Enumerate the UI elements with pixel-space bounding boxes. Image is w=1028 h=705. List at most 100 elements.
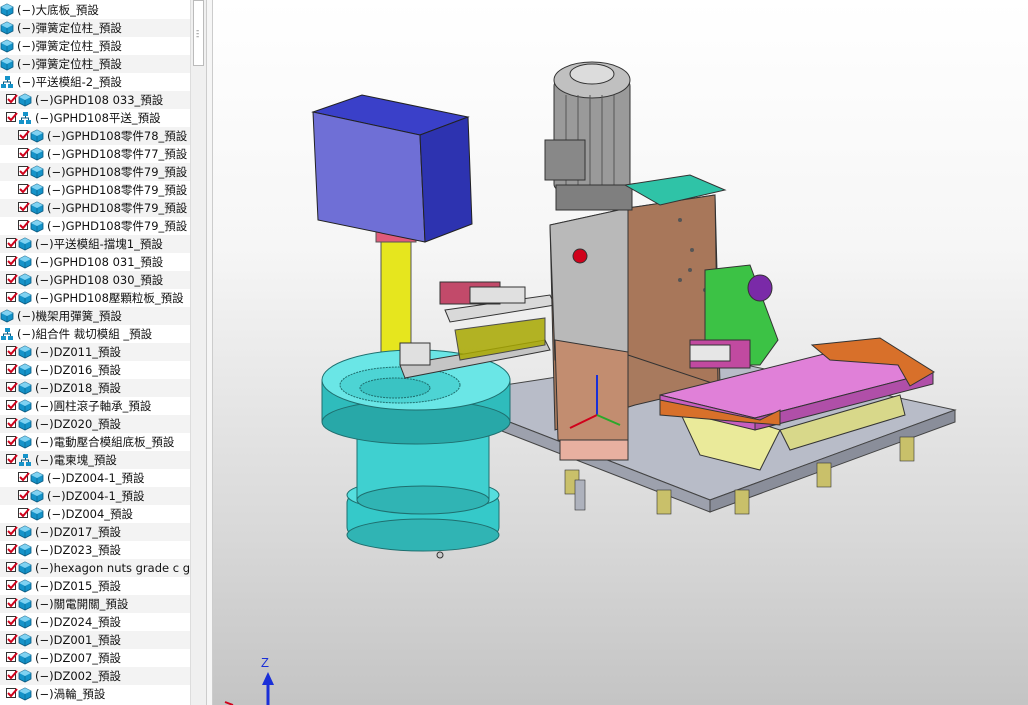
tree-item[interactable]: (−)渦輪_預設 xyxy=(0,685,190,703)
visibility-checkbox[interactable] xyxy=(6,436,18,446)
visibility-checkbox[interactable] xyxy=(6,346,18,356)
tree-item[interactable]: (−)DZ023_預設 xyxy=(0,541,190,559)
tree-item[interactable]: (−)平送模組-擋塊1_預設 xyxy=(0,235,190,253)
visibility-checkbox[interactable] xyxy=(6,526,18,536)
pane-splitter[interactable] xyxy=(206,0,213,705)
visibility-checkbox[interactable] xyxy=(6,670,18,680)
tree-item[interactable]: (−)DZ004-1_預設 xyxy=(0,487,190,505)
tree-item[interactable]: (−)GPHD108零件79_預設 xyxy=(0,199,190,217)
visibility-checkbox[interactable] xyxy=(6,274,18,284)
part-icon xyxy=(18,651,32,665)
visibility-checkbox[interactable] xyxy=(6,94,18,104)
tree-item-label: (−)GPHD108零件78_預設 xyxy=(47,129,188,143)
tree-item[interactable]: (−)彈簧定位柱_預設 xyxy=(0,37,190,55)
tree-item[interactable]: (−)DZ017_預設 xyxy=(0,523,190,541)
tree-item[interactable]: (−)GPHD108 030_預設 xyxy=(0,271,190,289)
part-icon xyxy=(30,507,44,521)
visibility-checkbox[interactable] xyxy=(6,544,18,554)
tree-item[interactable]: (−)DZ007_預設 xyxy=(0,649,190,667)
tree-item[interactable]: (−)大底板_預設 xyxy=(0,1,190,19)
tree-scrollbar[interactable]: --- xyxy=(190,0,206,705)
visibility-checkbox[interactable] xyxy=(18,202,30,212)
visibility-checkbox[interactable] xyxy=(6,598,18,608)
z-axis-label: Z xyxy=(261,655,269,670)
visibility-checkbox[interactable] xyxy=(6,418,18,428)
tree-item[interactable]: (−)DZ002_預設 xyxy=(0,667,190,685)
visibility-checkbox[interactable] xyxy=(6,238,18,248)
tree-item-label: (−)彈簧定位柱_預設 xyxy=(17,21,122,35)
tree-item[interactable]: (−)DZ004_預設 xyxy=(0,505,190,523)
visibility-checkbox[interactable] xyxy=(6,562,18,572)
tree-item-label: (−)GPHD108平送_預設 xyxy=(35,111,161,125)
visibility-checkbox[interactable] xyxy=(6,688,18,698)
tree-item[interactable]: (−)電動壓合模組底板_預設 xyxy=(0,433,190,451)
tree-item[interactable]: (−)彈簧定位柱_預設 xyxy=(0,19,190,37)
tree-item[interactable]: (−)GPHD108 033_預設 xyxy=(0,91,190,109)
tree-item[interactable]: (−)GPHD108零件78_預設 xyxy=(0,127,190,145)
visibility-checkbox[interactable] xyxy=(6,382,18,392)
visibility-checkbox[interactable] xyxy=(6,616,18,626)
tree-item[interactable]: (−)GPHD108零件79_預設 xyxy=(0,163,190,181)
tree-item[interactable]: (−)GPHD108平送_預設 xyxy=(0,109,190,127)
visibility-checkbox[interactable] xyxy=(6,454,18,464)
part-icon xyxy=(30,129,44,143)
tree-item[interactable]: (−)GPHD108零件79_預設 xyxy=(0,217,190,235)
visibility-checkbox[interactable] xyxy=(6,292,18,302)
motor xyxy=(544,61,633,211)
assembly-icon xyxy=(0,75,14,89)
visibility-checkbox[interactable] xyxy=(6,112,18,122)
visibility-checkbox[interactable] xyxy=(18,184,30,194)
feature-tree[interactable]: (−)大底板_預設 (−)彈簧定位柱_預設 (−)彈簧定位柱_預設 (−)彈簧定位柱_… xyxy=(0,0,190,705)
part-icon xyxy=(30,147,44,161)
visibility-checkbox[interactable] xyxy=(6,634,18,644)
visibility-checkbox[interactable] xyxy=(6,256,18,266)
tree-item[interactable]: (−)關電開關_預設 xyxy=(0,595,190,613)
tree-item[interactable]: (−)DZ020_預設 xyxy=(0,415,190,433)
visibility-checkbox[interactable] xyxy=(6,364,18,374)
tree-item-label: (−)GPHD108零件79_預設 xyxy=(47,183,188,197)
tree-item-label: (−)GPHD108壓顆粒板_預設 xyxy=(35,291,184,305)
tree-item-label: (−)平送模組-2_預設 xyxy=(17,75,122,89)
yellow-column xyxy=(380,234,412,361)
tree-item-label: (−)DZ011_預設 xyxy=(35,345,122,359)
tree-item[interactable]: (−)DZ015_預設 xyxy=(0,577,190,595)
part-icon xyxy=(18,363,32,377)
tree-item[interactable]: (−)電柬塊_預設 xyxy=(0,451,190,469)
tree-item[interactable]: (−)GPHD108零件77_預設 xyxy=(0,145,190,163)
tree-item[interactable]: (−)DZ001_預設 xyxy=(0,631,190,649)
tree-item[interactable]: (−)GPHD108零件79_預設 xyxy=(0,181,190,199)
tree-item-label: (−)GPHD108零件79_預設 xyxy=(47,219,188,233)
visibility-checkbox[interactable] xyxy=(6,580,18,590)
tree-item[interactable]: (−)機架用彈簧_預設 xyxy=(0,307,190,325)
scrollbar-thumb[interactable]: --- xyxy=(193,0,204,66)
tree-item[interactable]: (−)GPHD108壓顆粒板_預設 xyxy=(0,289,190,307)
visibility-checkbox[interactable] xyxy=(18,220,30,230)
tree-item[interactable]: (−)DZ016_預設 xyxy=(0,361,190,379)
tree-item[interactable]: (−)平送模組-2_預設 xyxy=(0,73,190,91)
part-icon xyxy=(18,615,32,629)
visibility-checkbox[interactable] xyxy=(18,490,30,500)
tree-item[interactable]: (−)彈簧定位柱_預設 xyxy=(0,55,190,73)
grip-icon: --- xyxy=(196,26,200,42)
visibility-checkbox[interactable] xyxy=(18,148,30,158)
tree-item[interactable]: (−)DZ018_預設 xyxy=(0,379,190,397)
tree-item[interactable]: (−)圓柱滾子軸承_預設 xyxy=(0,397,190,415)
visibility-checkbox[interactable] xyxy=(18,472,30,482)
tree-item[interactable]: (−)hexagon nuts grade c gb_G xyxy=(0,559,190,577)
visibility-checkbox[interactable] xyxy=(6,400,18,410)
part-icon xyxy=(18,525,32,539)
visibility-checkbox[interactable] xyxy=(18,166,30,176)
visibility-checkbox[interactable] xyxy=(18,130,30,140)
tree-item-label: (−)DZ018_預設 xyxy=(35,381,122,395)
tree-item[interactable]: (−)DZ024_預設 xyxy=(0,613,190,631)
tree-item[interactable]: (−)GPHD108 031_預設 xyxy=(0,253,190,271)
visibility-checkbox[interactable] xyxy=(18,508,30,518)
3d-viewport[interactable]: Z xyxy=(213,0,1028,705)
tree-item[interactable]: (−)DZ004-1_預設 xyxy=(0,469,190,487)
part-icon xyxy=(18,255,32,269)
assembly-icon xyxy=(0,327,14,341)
tree-item[interactable]: (−)組合件 裁切模組 _預設 xyxy=(0,325,190,343)
visibility-checkbox[interactable] xyxy=(6,652,18,662)
tree-item[interactable]: (−)DZ011_預設 xyxy=(0,343,190,361)
tree-item-label: (−)DZ001_預設 xyxy=(35,633,122,647)
